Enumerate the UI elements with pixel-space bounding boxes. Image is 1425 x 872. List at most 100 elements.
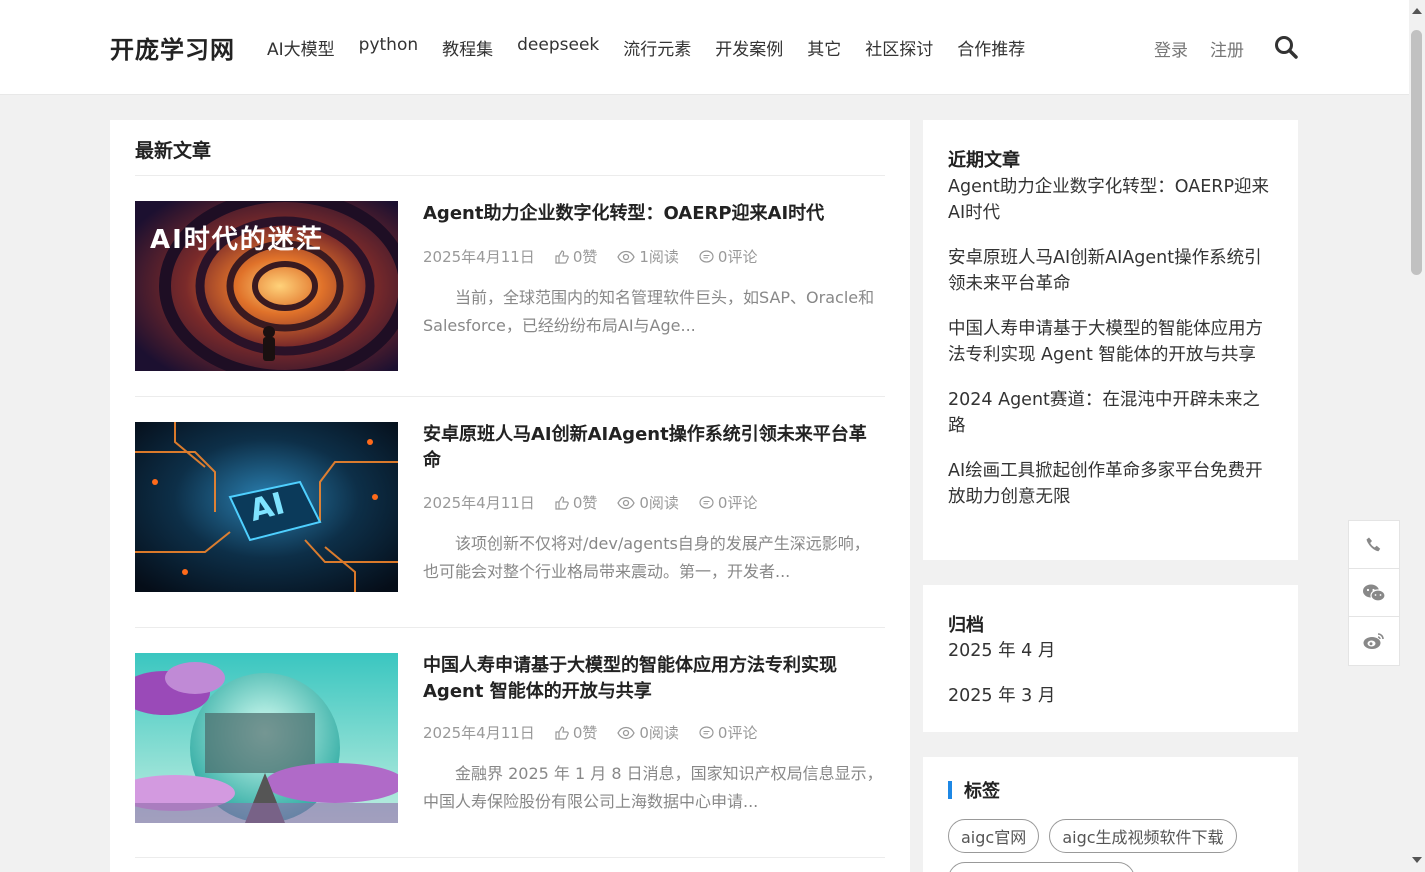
tags-widget: 标签 aigc官网 aigc生成视频软件下载 aigc生成视频软件操作 xyxy=(923,757,1298,872)
floating-toolbar xyxy=(1348,520,1400,666)
post-excerpt: 该项创新不仅将对/dev/agents自身的发展产生深远影响，也可能会对整个行业… xyxy=(423,534,870,581)
post-date: 2025年4月11日 xyxy=(423,248,535,266)
post-excerpt: 当前，全球范围内的知名管理软件巨头，如SAP、Oracle和Salesforce… xyxy=(423,288,875,335)
phone-icon xyxy=(1366,537,1381,551)
post-thumbnail[interactable]: AI时代的迷茫 xyxy=(135,201,398,371)
post-date: 2025年4月11日 xyxy=(423,494,535,512)
widget-title: 标签 xyxy=(964,781,1000,802)
thumbs-up-icon xyxy=(555,495,569,510)
post-comments[interactable]: 0评论 xyxy=(699,246,758,267)
scroll-down-arrow-icon[interactable] xyxy=(1409,853,1425,867)
login-link[interactable]: 登录 xyxy=(1154,36,1188,61)
comments-count: 0评论 xyxy=(717,724,758,742)
phone-button[interactable] xyxy=(1349,521,1399,569)
post-comments[interactable]: 0评论 xyxy=(699,492,758,513)
comment-icon xyxy=(699,725,714,739)
post-title[interactable]: 安卓原班人马AI创新AIAgent操作系统引领未来平台革命 xyxy=(423,422,883,474)
tag-link[interactable]: aigc生成视频软件操作 xyxy=(948,862,1136,872)
post-likes[interactable]: 0赞 xyxy=(555,492,598,513)
post-item: 中国人寿申请基于大模型的智能体应用方法专利实现 Agent 智能体的开放与共享 … xyxy=(135,653,885,823)
divider xyxy=(135,396,885,397)
eye-icon xyxy=(617,726,636,739)
widget-title: 归档 xyxy=(948,615,984,636)
post-date: 2025年4月11日 xyxy=(423,724,535,742)
archive-list: 2025 年 4 月 2025 年 3 月 xyxy=(948,638,1273,709)
wechat-button[interactable] xyxy=(1349,569,1399,617)
section-title: 最新文章 xyxy=(135,140,212,162)
accent-bar xyxy=(948,781,952,799)
scroll-up-arrow-icon[interactable] xyxy=(1409,4,1425,18)
post-thumbnail[interactable] xyxy=(135,653,398,823)
divider xyxy=(135,857,885,858)
post-comments[interactable]: 0评论 xyxy=(699,722,758,743)
site-header: 开庞学习网 AI大模型 python 教程集 deepseek 流行元素 开发案… xyxy=(0,0,1409,95)
comment-icon xyxy=(699,495,714,509)
thumbs-up-icon xyxy=(555,725,569,740)
recent-posts-list: Agent助力企业数字化转型：OAERP迎来AI时代 安卓原班人马AI创新AIA… xyxy=(948,174,1273,510)
views-count: 0阅读 xyxy=(639,724,679,742)
search-button[interactable] xyxy=(1273,34,1299,60)
post-thumbnail[interactable]: AI xyxy=(135,422,398,592)
auth-links: 登录 注册 xyxy=(1154,36,1266,61)
eye-icon xyxy=(617,496,636,509)
views-count: 0阅读 xyxy=(639,494,679,512)
archive-widget: 归档 2025 年 4 月 2025 年 3 月 xyxy=(923,585,1298,732)
post-views: 1阅读 xyxy=(617,246,679,267)
recent-post-link[interactable]: 2024 Agent赛道：在混沌中开辟未来之路 xyxy=(948,387,1273,439)
post-meta: 2025年4月11日 0赞 0阅读 0评论 xyxy=(423,492,777,513)
comment-icon xyxy=(699,249,714,263)
thumbs-up-icon xyxy=(555,249,569,264)
post-excerpt: 金融界 2025 年 1 月 8 日消息，国家知识产权局信息显示，中国人寿保险股… xyxy=(423,764,883,811)
nav-item-partners[interactable]: 合作推荐 xyxy=(957,35,1025,60)
likes-count: 0赞 xyxy=(572,494,598,512)
tag-link[interactable]: aigc官网 xyxy=(948,819,1040,853)
nav-item-python[interactable]: python xyxy=(359,35,418,60)
scrollbar-thumb[interactable] xyxy=(1411,30,1422,275)
weibo-button[interactable] xyxy=(1349,617,1399,665)
tag-link[interactable]: aigc生成视频软件下载 xyxy=(1049,819,1237,853)
weibo-icon xyxy=(1363,633,1384,649)
nav-item-dev-cases[interactable]: 开发案例 xyxy=(715,35,783,60)
recent-post-link[interactable]: AI绘画工具掀起创作革命多家平台免费开放助力创意无限 xyxy=(948,458,1273,510)
archive-link[interactable]: 2025 年 3 月 xyxy=(948,683,1273,709)
nav-item-other[interactable]: 其它 xyxy=(807,35,841,60)
page-scrollbar[interactable] xyxy=(1409,0,1425,872)
post-item: AI 安卓原班人马AI创新AIAgent操作系统引领未来平台革命 2025年4月… xyxy=(135,422,885,592)
post-meta: 2025年4月11日 0赞 1阅读 0评论 xyxy=(423,246,777,267)
eye-icon xyxy=(617,250,636,263)
comments-count: 0评论 xyxy=(717,494,758,512)
post-meta: 2025年4月11日 0赞 0阅读 0评论 xyxy=(423,722,777,743)
thumbnail-caption: AI时代的迷茫 xyxy=(150,225,324,255)
comments-count: 0评论 xyxy=(717,248,758,266)
post-title[interactable]: 中国人寿申请基于大模型的智能体应用方法专利实现 Agent 智能体的开放与共享 xyxy=(423,653,883,705)
likes-count: 0赞 xyxy=(572,724,598,742)
register-link[interactable]: 注册 xyxy=(1210,36,1244,61)
archive-link[interactable]: 2025 年 4 月 xyxy=(948,638,1273,664)
nav-item-ai-models[interactable]: AI大模型 xyxy=(267,35,335,60)
recent-post-link[interactable]: 中国人寿申请基于大模型的智能体应用方法专利实现 Agent 智能体的开放与共享 xyxy=(948,316,1273,368)
divider xyxy=(135,175,885,176)
wechat-icon xyxy=(1363,584,1386,602)
tag-cloud: aigc官网 aigc生成视频软件下载 aigc生成视频软件操作 xyxy=(948,819,1273,872)
nav-item-trends[interactable]: 流行元素 xyxy=(623,35,691,60)
thumbnail-image xyxy=(135,653,398,823)
widget-title: 近期文章 xyxy=(948,150,1020,171)
post-item: AI时代的迷茫 Agent助力企业数字化转型：OAERP迎来AI时代 2025年… xyxy=(135,201,885,371)
site-logo[interactable]: 开庞学习网 xyxy=(110,30,235,65)
latest-posts-panel: 最新文章 AI时代的迷茫 Agent助力企业数字化转型：OAERP迎来AI时代 … xyxy=(110,120,910,872)
nav-item-tutorials[interactable]: 教程集 xyxy=(442,35,493,60)
views-count: 1阅读 xyxy=(639,248,679,266)
nav-item-community[interactable]: 社区探讨 xyxy=(865,35,933,60)
post-likes[interactable]: 0赞 xyxy=(555,246,598,267)
post-likes[interactable]: 0赞 xyxy=(555,722,598,743)
post-title[interactable]: Agent助力企业数字化转型：OAERP迎来AI时代 xyxy=(423,201,883,227)
likes-count: 0赞 xyxy=(572,248,598,266)
post-views: 0阅读 xyxy=(617,492,679,513)
tags-header: 标签 xyxy=(948,777,1273,803)
search-icon xyxy=(1275,36,1298,59)
recent-post-link[interactable]: Agent助力企业数字化转型：OAERP迎来AI时代 xyxy=(948,174,1273,226)
post-views: 0阅读 xyxy=(617,722,679,743)
nav-item-deepseek[interactable]: deepseek xyxy=(517,35,599,60)
recent-post-link[interactable]: 安卓原班人马AI创新AIAgent操作系统引领未来平台革命 xyxy=(948,245,1273,297)
divider xyxy=(135,627,885,628)
